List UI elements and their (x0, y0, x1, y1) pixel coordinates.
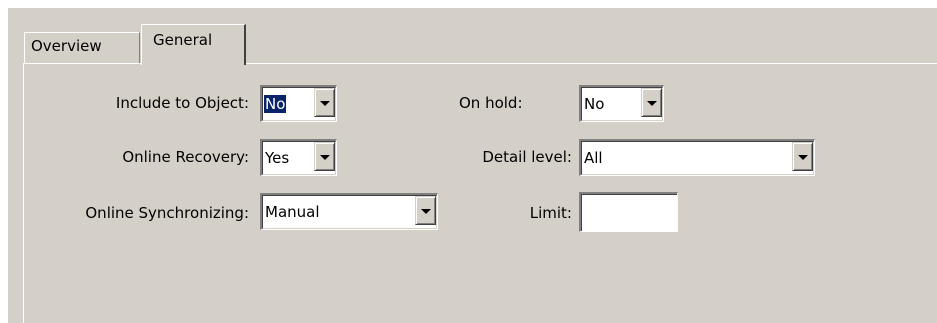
on-hold-label: On hold: (459, 94, 523, 112)
tab-overview-label: Overview (31, 37, 102, 55)
limit-input[interactable] (581, 194, 677, 231)
online-recovery-select[interactable]: Yes (260, 139, 337, 176)
online-recovery-dropdown-button[interactable] (314, 142, 335, 171)
online-synchronizing-value: Manual (265, 203, 320, 221)
detail-level-value: All (584, 149, 603, 167)
online-synchronizing-select[interactable]: Manual (260, 193, 438, 230)
chevron-down-icon (320, 101, 330, 106)
detail-level-dropdown-button[interactable] (792, 142, 813, 171)
include-to-object-label: Include to Object: (115, 94, 249, 112)
online-synchronizing-dropdown-button[interactable] (415, 196, 436, 225)
chevron-down-icon (647, 101, 657, 106)
detail-level-select[interactable]: All (579, 139, 815, 176)
window-left-edge (0, 8, 8, 323)
tab-general[interactable]: General (141, 24, 246, 65)
limit-field[interactable] (579, 192, 678, 232)
tab-general-label: General (153, 31, 213, 49)
online-recovery-label: Online Recovery: (122, 148, 249, 166)
on-hold-value: No (584, 95, 605, 113)
include-to-object-select[interactable]: No (260, 85, 337, 122)
chevron-down-icon (320, 155, 330, 160)
on-hold-select[interactable]: No (579, 85, 664, 122)
limit-label: Limit: (529, 204, 572, 222)
chevron-down-icon (421, 209, 431, 214)
detail-level-label: Detail level: (482, 148, 572, 166)
online-recovery-value: Yes (265, 149, 290, 167)
chevron-down-icon (798, 155, 808, 160)
tab-overview[interactable]: Overview (24, 32, 140, 63)
on-hold-dropdown-button[interactable] (641, 88, 662, 117)
online-synchronizing-label: Online Synchronizing: (85, 204, 249, 222)
include-to-object-dropdown-button[interactable] (314, 88, 335, 117)
include-to-object-value: No (264, 95, 287, 113)
window-top-edge (0, 0, 937, 8)
